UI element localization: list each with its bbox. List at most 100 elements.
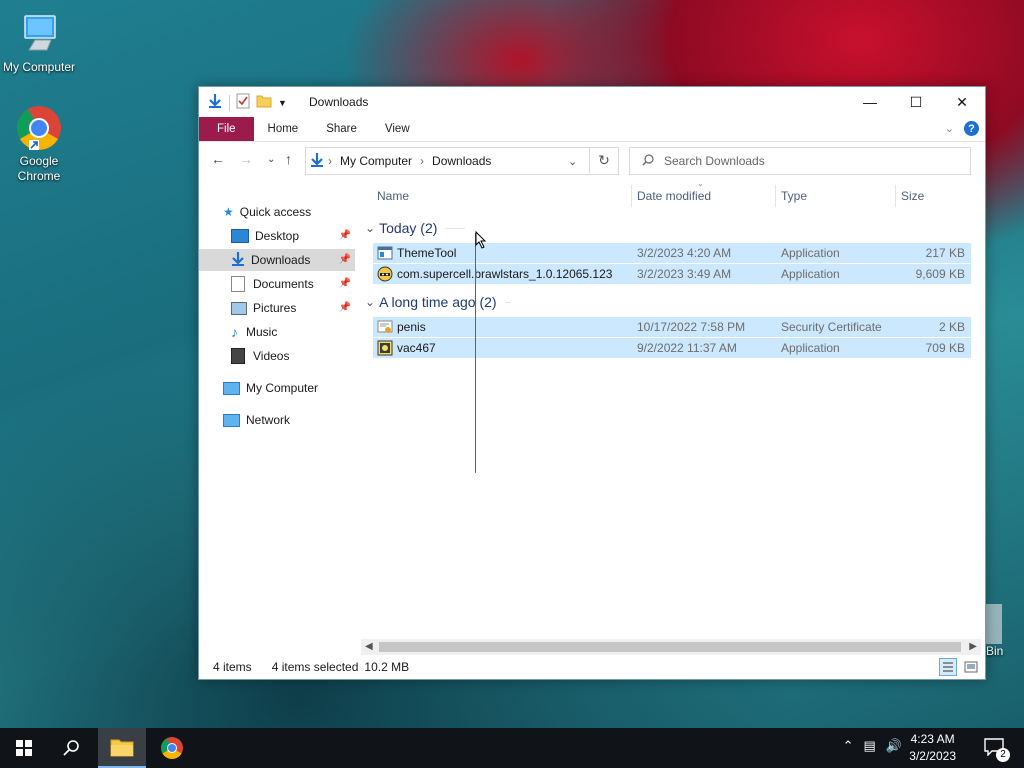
- file-type: Application: [781, 341, 840, 355]
- customize-qat-icon[interactable]: ▼: [278, 98, 287, 108]
- column-header-name[interactable]: Name: [377, 183, 409, 209]
- file-date: 9/2/2022 11:37 AM: [637, 341, 737, 355]
- address-bar[interactable]: › My Computer › Downloads ⌄: [305, 147, 619, 175]
- file-size: 2 KB: [938, 320, 965, 334]
- breadcrumb-downloads[interactable]: Downloads: [432, 154, 491, 168]
- divider: [229, 94, 230, 111]
- file-name: com.supercell.brawlstars_1.0.12065.123: [397, 267, 613, 281]
- details-view-icon[interactable]: [939, 658, 957, 676]
- scrollbar-thumb[interactable]: [379, 642, 961, 652]
- up-arrow-icon[interactable]: ↑: [285, 151, 292, 167]
- tab-view[interactable]: View: [371, 117, 424, 141]
- column-header-size[interactable]: Size: [901, 183, 924, 209]
- table-row[interactable]: ThemeTool 3/2/2023 4:20 AM Application 2…: [373, 243, 971, 263]
- refresh-button[interactable]: ↻: [589, 147, 618, 173]
- pin-icon[interactable]: 📌: [339, 254, 351, 265]
- nav-label: Pictures: [253, 301, 297, 315]
- desktop-icon-google-chrome[interactable]: Google Chrome: [0, 104, 78, 184]
- status-selected-count: 4 items selected: [271, 660, 359, 674]
- breadcrumb-separator-icon[interactable]: ›: [328, 154, 332, 168]
- table-row[interactable]: vac467 9/2/2022 11:37 AM Application 709…: [373, 338, 971, 358]
- star-icon: ★: [223, 205, 234, 219]
- action-center-button[interactable]: 2: [984, 738, 1010, 762]
- group-header-today[interactable]: ⌄ Today (2): [365, 217, 466, 239]
- file-size: 217 KB: [925, 246, 965, 260]
- taskbar-chrome[interactable]: [148, 728, 196, 768]
- column-separator[interactable]: [631, 185, 632, 207]
- group-divider: [445, 227, 466, 229]
- network-status-icon[interactable]: ▤: [864, 738, 876, 754]
- breadcrumb-separator-icon[interactable]: ›: [420, 154, 424, 168]
- recent-locations-chevron-icon[interactable]: ⌄: [267, 154, 275, 165]
- scroll-right-icon[interactable]: ▶: [969, 639, 977, 655]
- search-icon: [642, 153, 654, 169]
- nav-music[interactable]: ♪ Music: [231, 321, 277, 343]
- breadcrumb-my-computer[interactable]: My Computer: [340, 154, 412, 168]
- taskbar: ⌃ ▤ 🔊 4:23 AM 3/2/2023 2: [0, 728, 1024, 768]
- nav-label: My Computer: [246, 381, 319, 395]
- forward-arrow-icon[interactable]: →: [239, 151, 253, 167]
- horizontal-scrollbar[interactable]: ◀ ▶: [361, 639, 981, 655]
- clock-date: 3/2/2023: [909, 749, 956, 763]
- file-type: Application: [781, 246, 840, 260]
- file-explorer-window: ▼ Downloads — ☐ ✕ File Home Share View ⌄…: [198, 86, 986, 680]
- nav-videos[interactable]: Videos: [231, 345, 289, 367]
- pin-icon[interactable]: 📌: [339, 278, 351, 289]
- column-header-type[interactable]: Type: [781, 183, 807, 209]
- quick-access-toolbar: ▼: [207, 93, 287, 112]
- documents-icon: [231, 276, 245, 292]
- properties-icon[interactable]: [236, 93, 250, 112]
- expand-ribbon-icon[interactable]: ⌄: [945, 122, 954, 135]
- file-date: 3/2/2023 3:49 AM: [637, 267, 732, 281]
- chrome-icon: [161, 737, 183, 759]
- tab-file[interactable]: File: [199, 117, 254, 141]
- search-input[interactable]: Search Downloads: [629, 147, 971, 175]
- desktop-folder-icon: [231, 229, 249, 243]
- address-dropdown-icon[interactable]: ⌄: [568, 155, 577, 168]
- search-placeholder: Search Downloads: [664, 154, 765, 168]
- help-icon[interactable]: ?: [964, 121, 979, 136]
- start-button[interactable]: [0, 728, 48, 768]
- pin-icon[interactable]: 📌: [339, 302, 351, 313]
- taskbar-file-explorer[interactable]: [98, 728, 146, 768]
- group-header-a-long-time-ago[interactable]: ⌄ A long time ago (2): [365, 291, 511, 313]
- close-button[interactable]: ✕: [939, 87, 985, 117]
- volume-icon[interactable]: 🔊: [886, 738, 902, 754]
- tab-home[interactable]: Home: [254, 117, 313, 141]
- nav-label: Music: [246, 325, 278, 339]
- certificate-icon: [377, 319, 393, 335]
- nav-quick-access[interactable]: ★ Quick access: [223, 201, 311, 223]
- nav-documents[interactable]: Documents 📌: [231, 273, 355, 295]
- table-row[interactable]: penis 10/17/2022 7:58 PM Security Certif…: [373, 317, 971, 337]
- navigation-pane: ★ Quick access Desktop 📌 Downloads 📌 Doc…: [199, 191, 355, 641]
- scroll-left-icon[interactable]: ◀: [365, 639, 373, 655]
- desktop-icon-my-computer[interactable]: My Computer: [0, 10, 78, 75]
- table-row[interactable]: com.supercell.brawlstars_1.0.12065.123 3…: [373, 264, 971, 284]
- show-hidden-icons-chevron-icon[interactable]: ⌃: [843, 738, 854, 754]
- sort-indicator-icon: ⌄: [697, 179, 704, 188]
- title-bar[interactable]: ▼ Downloads — ☐ ✕: [199, 87, 985, 117]
- notification-count-badge: 2: [996, 748, 1010, 762]
- back-arrow-icon[interactable]: ←: [211, 151, 225, 167]
- nav-network[interactable]: Network: [223, 409, 290, 431]
- nav-my-computer[interactable]: My Computer: [223, 377, 318, 399]
- nav-pictures[interactable]: Pictures 📌: [231, 297, 355, 319]
- large-icons-view-icon[interactable]: [963, 659, 979, 675]
- nav-downloads[interactable]: Downloads 📌: [199, 249, 355, 271]
- search-button[interactable]: [48, 728, 96, 768]
- tab-share[interactable]: Share: [312, 117, 371, 141]
- column-separator[interactable]: [895, 185, 896, 207]
- column-separator[interactable]: [775, 185, 776, 207]
- app-icon: [377, 340, 393, 356]
- status-selected-size: 10.2 MB: [364, 660, 410, 674]
- pin-icon[interactable]: 📌: [339, 230, 351, 241]
- minimize-button[interactable]: —: [847, 87, 893, 117]
- new-folder-icon[interactable]: [256, 94, 272, 111]
- downloads-location-icon: [310, 152, 324, 171]
- nav-desktop[interactable]: Desktop 📌: [231, 225, 355, 247]
- clock[interactable]: 4:23 AM 3/2/2023: [909, 731, 956, 765]
- group-divider: [504, 301, 511, 303]
- group-label: Today (2): [379, 220, 438, 236]
- download-arrow-icon: [207, 93, 223, 112]
- maximize-button[interactable]: ☐: [893, 87, 939, 117]
